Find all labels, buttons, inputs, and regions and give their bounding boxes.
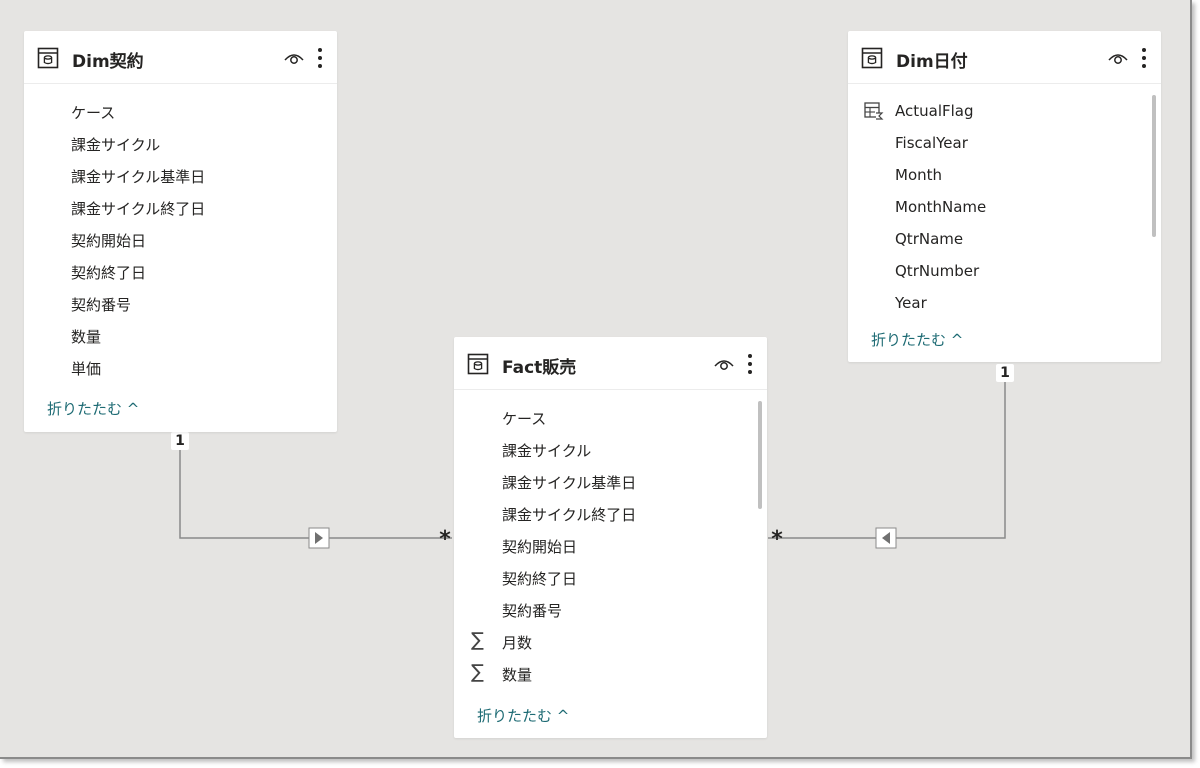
cardinality-many-contract: * xyxy=(439,527,451,552)
field-name: 課金サイクル xyxy=(502,442,592,460)
field-name: 数量 xyxy=(71,328,102,346)
card-header[interactable]: Dim日付 xyxy=(848,31,1161,84)
field-item[interactable]: ∑ 月数 xyxy=(454,625,767,657)
field-name: 契約開始日 xyxy=(71,232,147,250)
field-name: 課金サイクル xyxy=(71,136,161,154)
field-item[interactable]: 契約番号 xyxy=(454,593,767,625)
table-icon xyxy=(467,353,489,375)
collapse-link[interactable]: 折りたたむ ^ xyxy=(47,398,139,419)
field-name: QtrNumber xyxy=(895,262,980,280)
field-name: ケース xyxy=(71,104,116,122)
field-item[interactable]: Month xyxy=(848,159,1161,191)
table-title: Fact販売 xyxy=(502,358,577,378)
sigma-icon: ∑ xyxy=(471,661,484,683)
field-name: 契約番号 xyxy=(502,602,563,620)
eye-icon[interactable] xyxy=(283,50,305,66)
field-name: 契約開始日 xyxy=(502,538,578,556)
field-item[interactable]: QtrNumber xyxy=(848,255,1161,287)
table-title: Dim契約 xyxy=(72,52,144,72)
field-item[interactable]: 契約終了日 xyxy=(454,561,767,593)
table-icon xyxy=(37,47,59,69)
field-name: ケース xyxy=(502,410,547,428)
table-title: Dim日付 xyxy=(896,52,968,72)
field-name: 課金サイクル基準日 xyxy=(502,474,637,492)
field-item[interactable]: 課金サイクル終了日 xyxy=(454,497,767,529)
more-options-icon[interactable] xyxy=(747,353,753,375)
field-item[interactable]: 課金サイクル xyxy=(24,127,337,159)
table-icon xyxy=(861,47,883,69)
table-card-fact-sales[interactable]: Fact販売 ケース 課金サイクル 課金サイクル基準日 課金サイクル終了日 契約… xyxy=(454,337,767,738)
cardinality-one-contract: 1 xyxy=(171,432,189,450)
field-item[interactable]: 課金サイクル基準日 xyxy=(454,465,767,497)
field-name: ActualFlag xyxy=(895,102,974,120)
calculated-table-icon xyxy=(864,102,884,120)
field-item[interactable]: FiscalYear xyxy=(848,127,1161,159)
collapse-link[interactable]: 折りたたむ ^ xyxy=(477,705,569,726)
field-item[interactable]: MonthName xyxy=(848,191,1161,223)
field-name: QtrName xyxy=(895,230,964,248)
field-item[interactable]: 契約開始日 xyxy=(454,529,767,561)
field-name: 契約終了日 xyxy=(502,570,578,588)
field-item[interactable]: QtrName xyxy=(848,223,1161,255)
table-card-dim-contract[interactable]: Dim契約 ケース 課金サイクル 課金サイクル基準日 課金サイクル終了日 契約開… xyxy=(24,31,337,432)
table-card-dim-date[interactable]: Dim日付 ActualFlag FiscalYear Month MonthN… xyxy=(848,31,1161,362)
sigma-icon: ∑ xyxy=(471,629,484,651)
card-header[interactable]: Dim契約 xyxy=(24,31,337,84)
field-item[interactable]: ActualFlag xyxy=(848,95,1161,127)
field-item[interactable]: 契約終了日 xyxy=(24,255,337,287)
field-name: Year xyxy=(895,294,927,312)
field-name: 数量 xyxy=(502,666,533,684)
field-name: 契約終了日 xyxy=(71,264,147,282)
cardinality-many-date: * xyxy=(771,527,783,552)
eye-icon[interactable] xyxy=(1107,50,1129,66)
eye-icon[interactable] xyxy=(713,356,735,372)
field-item[interactable]: 課金サイクル xyxy=(454,433,767,465)
relationship-line-date-sales xyxy=(768,382,1006,539)
card-header[interactable]: Fact販売 xyxy=(454,337,767,390)
field-item[interactable]: 契約開始日 xyxy=(24,223,337,255)
field-name: 単価 xyxy=(71,360,102,378)
field-item[interactable]: Year xyxy=(848,287,1161,319)
field-item[interactable]: ケース xyxy=(24,95,337,127)
field-name: 課金サイクル基準日 xyxy=(71,168,206,186)
more-options-icon[interactable] xyxy=(1141,47,1147,69)
filter-direction-right-icon xyxy=(308,527,330,549)
more-options-icon[interactable] xyxy=(317,47,323,69)
field-item[interactable]: 課金サイクル基準日 xyxy=(24,159,337,191)
field-item[interactable]: 数量 xyxy=(24,319,337,351)
field-item[interactable]: 契約番号 xyxy=(24,287,337,319)
field-name: FiscalYear xyxy=(895,134,968,152)
field-name: MonthName xyxy=(895,198,987,216)
field-item[interactable]: ケース xyxy=(454,401,767,433)
cardinality-one-date: 1 xyxy=(996,364,1014,382)
collapse-link[interactable]: 折りたたむ ^ xyxy=(871,329,963,350)
filter-direction-left-icon xyxy=(875,527,897,549)
field-item[interactable]: ∑ 数量 xyxy=(454,657,767,689)
field-name: 課金サイクル終了日 xyxy=(502,506,637,524)
field-item[interactable]: 単価 xyxy=(24,351,337,383)
field-name: 課金サイクル終了日 xyxy=(71,200,206,218)
field-name: 月数 xyxy=(502,634,533,652)
field-name: 契約番号 xyxy=(71,296,132,314)
relationship-line-contract-sales xyxy=(179,450,452,539)
field-name: Month xyxy=(895,166,943,184)
field-item[interactable]: 課金サイクル終了日 xyxy=(24,191,337,223)
model-canvas[interactable]: 1 * 1 * Dim契約 ケース 課金サイクル 課金サイクル基準日 課金サイク… xyxy=(0,0,1192,759)
